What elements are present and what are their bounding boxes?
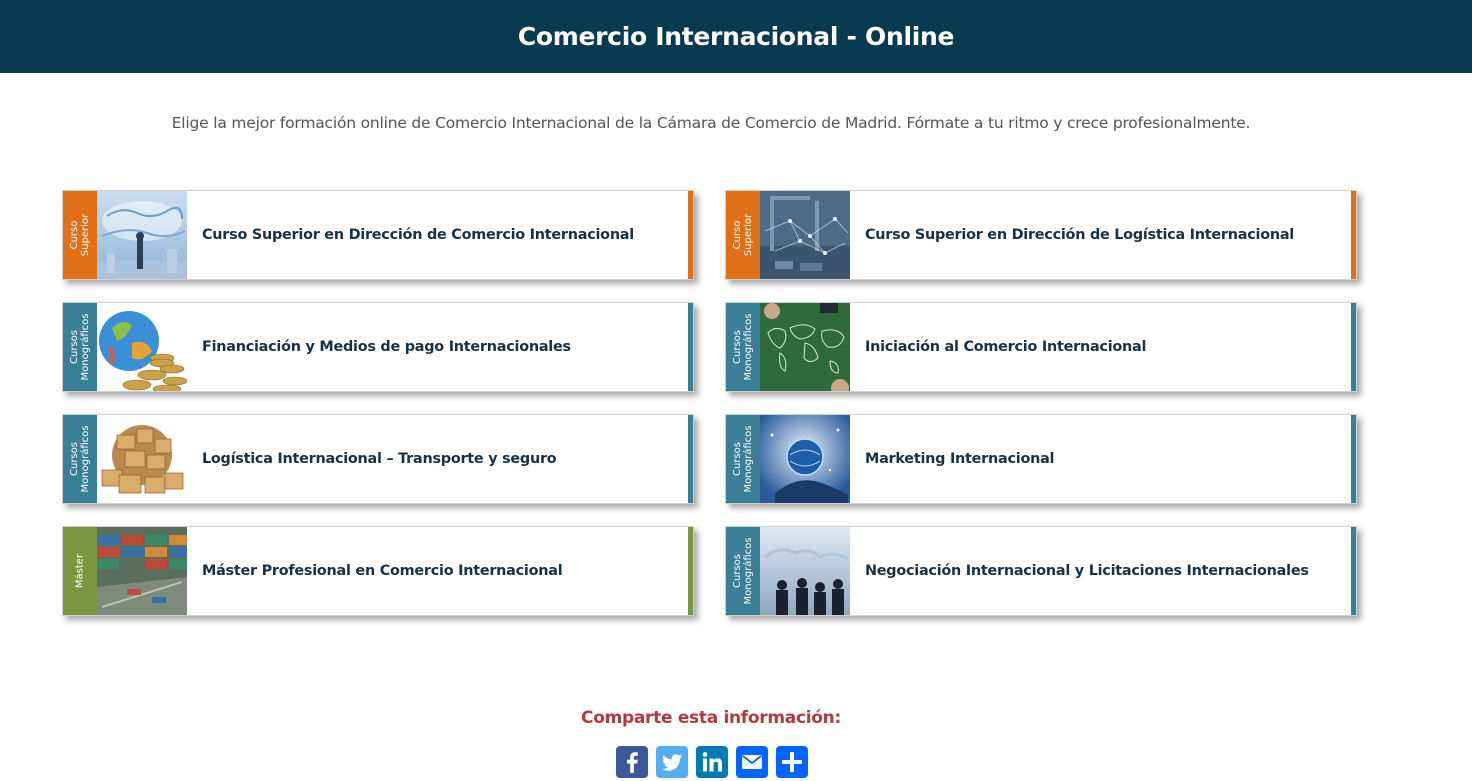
course-card-iniciacion[interactable]: Cursos Monográficos Iniciación al Comerc… xyxy=(725,302,1357,392)
page-title: Comercio Internacional - Online xyxy=(517,22,955,51)
container-port-image xyxy=(97,527,187,615)
digital-globe-hand-image xyxy=(760,415,850,503)
intro-text: Elige la mejor formación online de Comer… xyxy=(171,114,1251,132)
category-ribbon: Cursos Monográficos xyxy=(63,303,97,391)
category-label: Cursos Monográficos xyxy=(732,425,754,493)
facebook-icon xyxy=(627,752,638,773)
category-ribbon: Cursos Monográficos xyxy=(726,415,760,503)
course-card-financiacion[interactable]: Cursos Monográficos Financiación y Medio… xyxy=(62,302,694,392)
card-accent-bar xyxy=(1351,191,1356,279)
share-title: Comparte esta información: xyxy=(581,708,841,728)
course-title: Iniciación al Comercio Internacional xyxy=(865,339,1147,355)
course-card-negociacion[interactable]: Cursos Monográficos Negociación Internac… xyxy=(725,526,1357,616)
linkedin-icon xyxy=(702,752,722,772)
course-title: Curso Superior en Dirección de Comercio … xyxy=(202,227,634,243)
course-card-logistica-transporte[interactable]: Cursos Monográficos Logística Internacio… xyxy=(62,414,694,504)
card-accent-bar xyxy=(688,191,693,279)
card-accent-bar xyxy=(688,415,693,503)
port-network-image xyxy=(760,191,850,279)
facebook-share-button[interactable] xyxy=(616,746,648,778)
course-title: Negociación Internacional y Licitaciones… xyxy=(865,563,1309,579)
category-ribbon: Máster xyxy=(63,527,97,615)
card-accent-bar xyxy=(1351,527,1356,615)
course-card-master[interactable]: Máster Máster Profesional en Comercio In… xyxy=(62,526,694,616)
category-ribbon: Curso Superior xyxy=(726,191,760,279)
course-title: Máster Profesional en Comercio Internaci… xyxy=(202,563,563,579)
business-globe-image xyxy=(97,191,187,279)
linkedin-share-button[interactable] xyxy=(696,746,728,778)
course-title: Curso Superior en Dirección de Logística… xyxy=(865,227,1294,243)
category-label: Curso Superior xyxy=(69,213,91,257)
category-label: Curso Superior xyxy=(732,213,754,257)
category-ribbon: Cursos Monográficos xyxy=(63,415,97,503)
card-accent-bar xyxy=(688,303,693,391)
globe-coins-image xyxy=(97,303,187,391)
world-map-table-image xyxy=(760,303,850,391)
category-label: Cursos Monográficos xyxy=(69,313,91,381)
category-label: Cursos Monográficos xyxy=(732,537,754,605)
card-accent-bar xyxy=(1351,415,1356,503)
share-buttons xyxy=(616,746,808,778)
category-label: Máster xyxy=(74,553,86,589)
twitter-share-button[interactable] xyxy=(656,746,688,778)
card-accent-bar xyxy=(1351,303,1356,391)
category-ribbon: Curso Superior xyxy=(63,191,97,279)
category-ribbon: Cursos Monográficos xyxy=(726,303,760,391)
course-card-comercio-superior[interactable]: Curso Superior Curso Superior en Direcci… xyxy=(62,190,694,280)
twitter-icon xyxy=(662,754,682,771)
email-icon xyxy=(742,755,762,769)
share-more-button[interactable] xyxy=(776,746,808,778)
category-ribbon: Cursos Monográficos xyxy=(726,527,760,615)
page-header: Comercio Internacional - Online xyxy=(0,0,1472,73)
category-label: Cursos Monográficos xyxy=(732,313,754,381)
course-card-marketing[interactable]: Cursos Monográficos Marketing Internacio… xyxy=(725,414,1357,504)
course-title: Logística Internacional – Transporte y s… xyxy=(202,451,557,467)
course-title: Financiación y Medios de pago Internacio… xyxy=(202,339,571,355)
business-silhouettes-image xyxy=(760,527,850,615)
category-label: Cursos Monográficos xyxy=(69,425,91,493)
globe-boxes-image xyxy=(97,415,187,503)
card-accent-bar xyxy=(688,527,693,615)
email-share-button[interactable] xyxy=(736,746,768,778)
course-card-logistica-superior[interactable]: Curso Superior Curso Superior en Direcci… xyxy=(725,190,1357,280)
share-plus-icon xyxy=(782,752,802,772)
course-title: Marketing Internacional xyxy=(865,451,1055,467)
